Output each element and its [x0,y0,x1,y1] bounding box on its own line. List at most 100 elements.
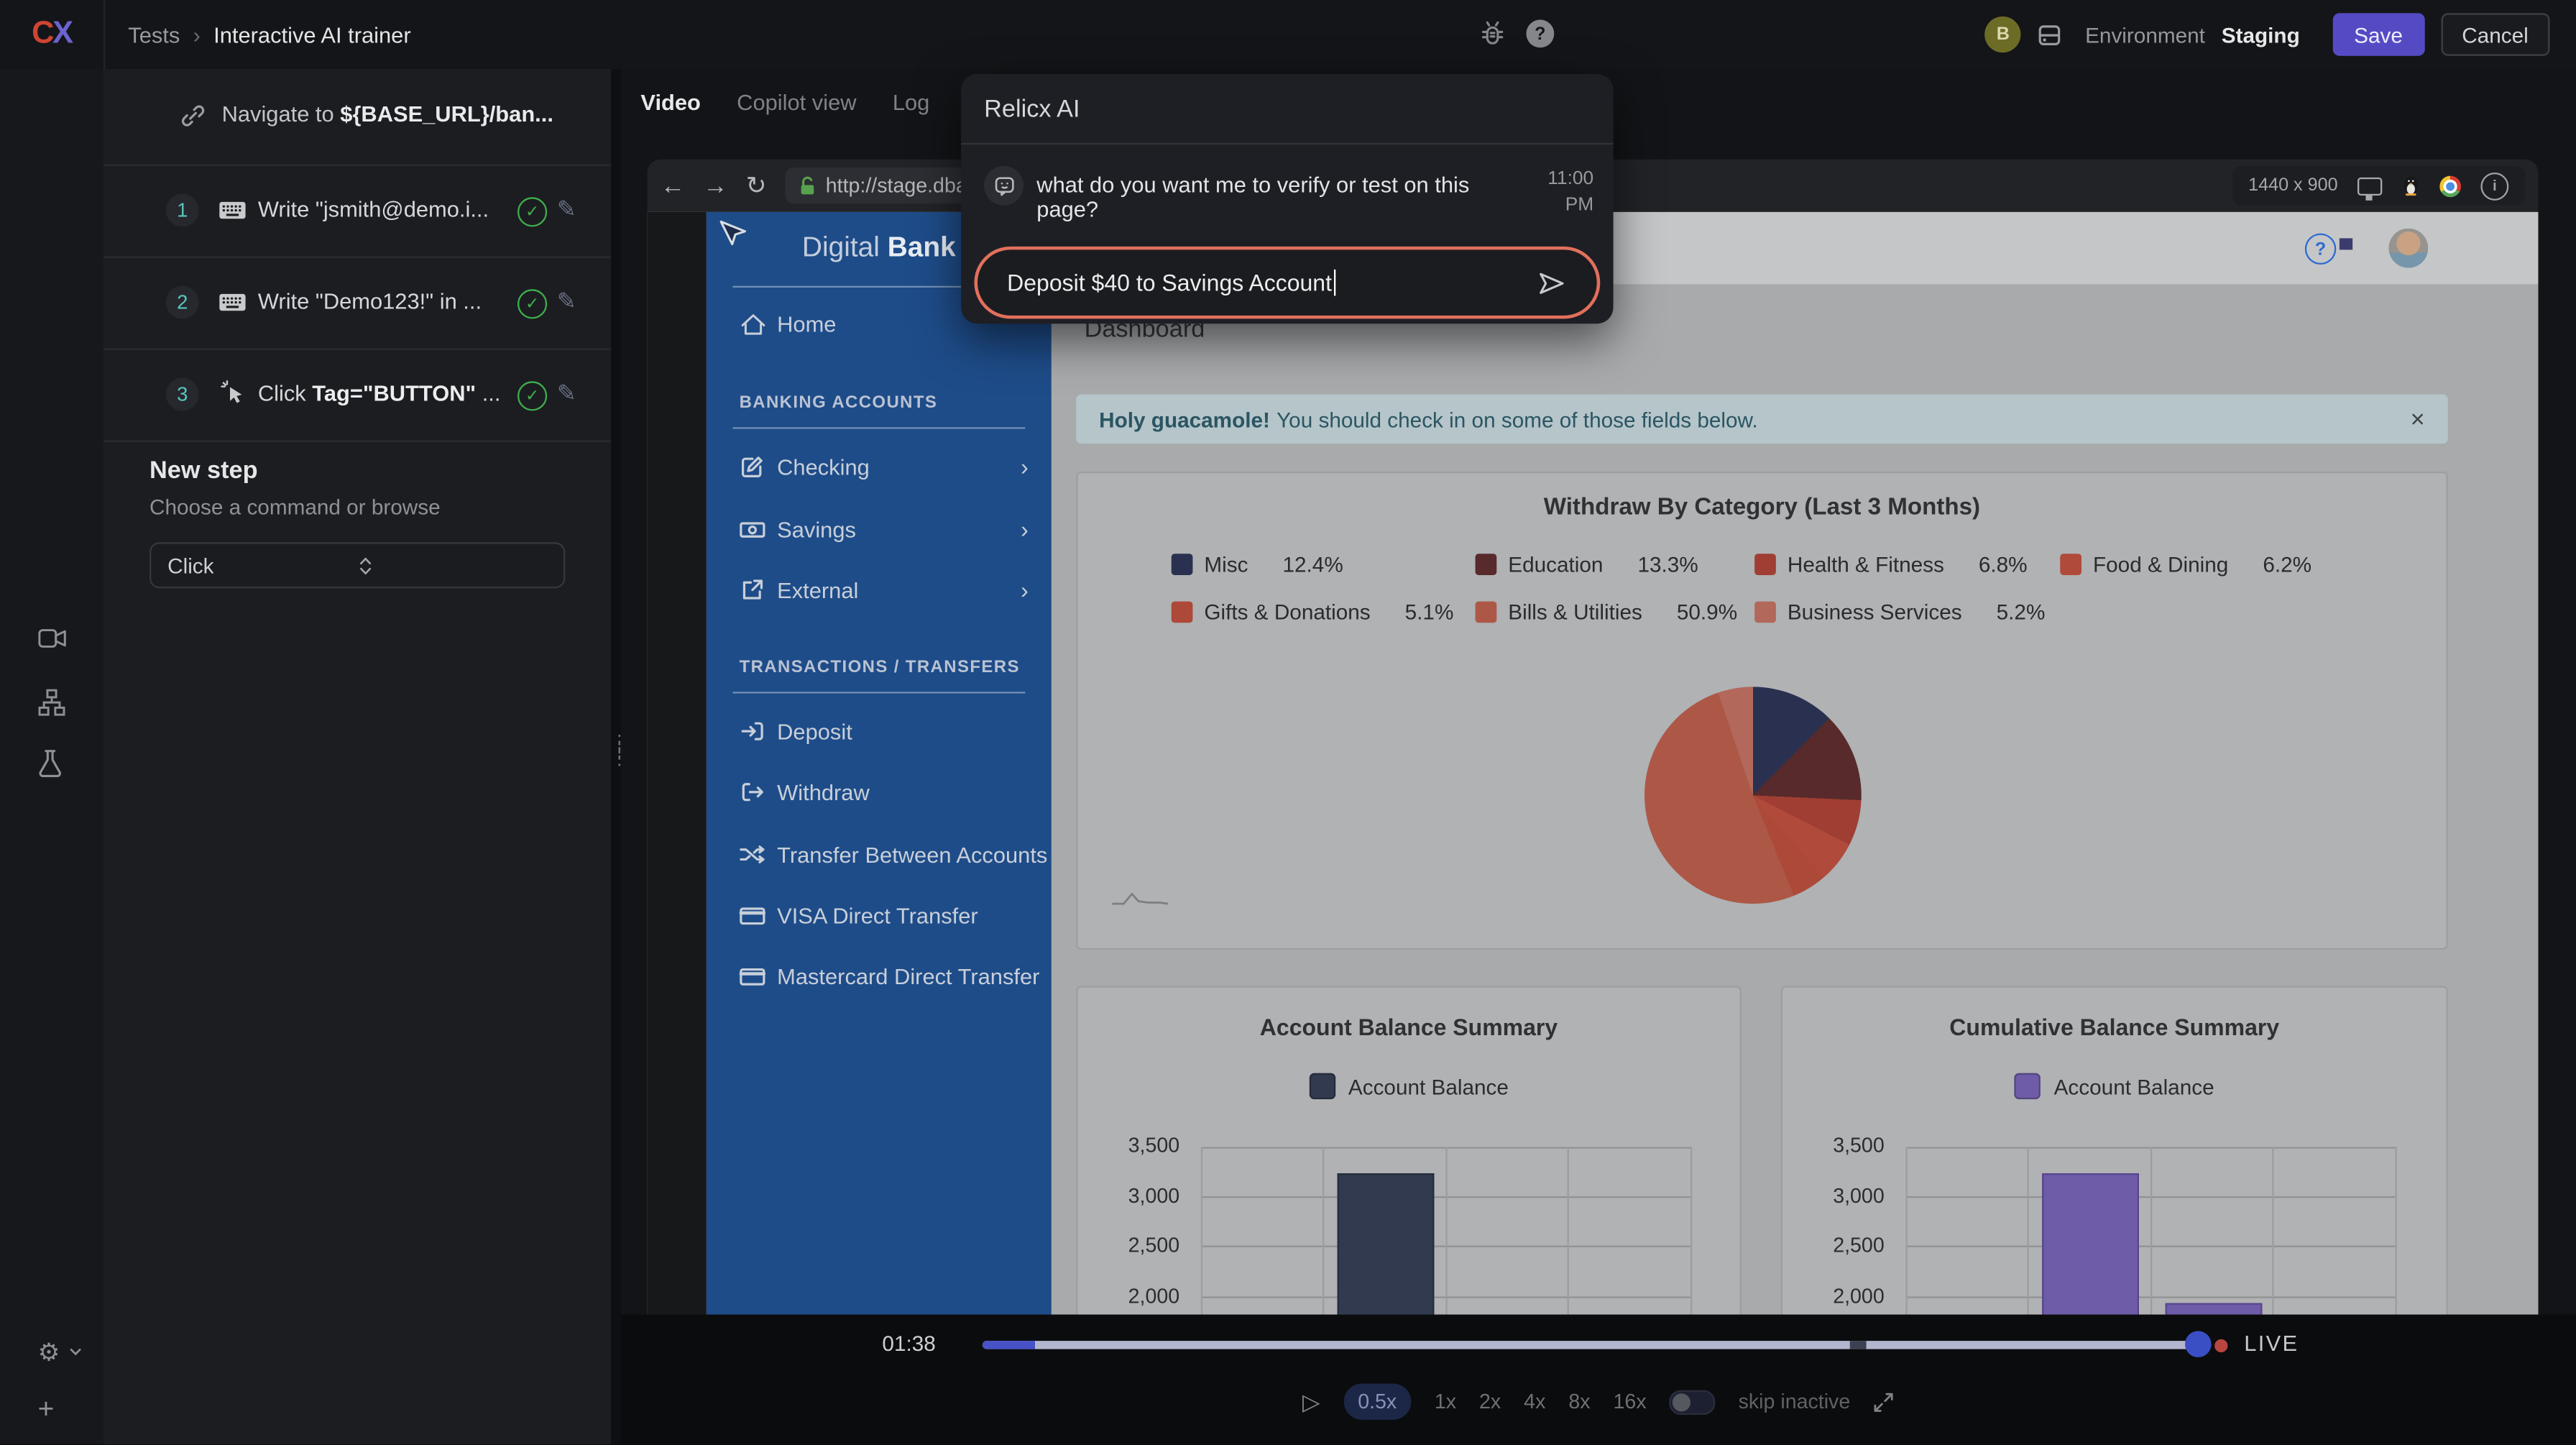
chevron-right-icon: › [1021,516,1029,543]
legend-swatch [1172,602,1193,623]
step-number: 2 [166,286,199,319]
y-axis-tick: 2,000 [1098,1285,1179,1308]
play-button[interactable]: ▷ [1302,1387,1320,1416]
keyboard-icon [218,201,247,220]
chevron-right-icon: › [1021,577,1029,603]
link-icon [180,104,205,128]
logo-letter-x: X [52,17,72,52]
bank-nav-mastercard-transfer[interactable]: Mastercard Direct Transfer [707,956,1052,996]
edit-step-icon[interactable]: ✎ [557,196,576,224]
alert-text: You should check in on some of those fie… [1276,407,1758,431]
environment-value[interactable]: Staging [2222,22,2300,47]
settings-gear-icon[interactable]: ⚙ [38,1338,60,1367]
bank-nav-external[interactable]: External › [707,570,1052,610]
speed-0.5x-button[interactable]: 0.5x [1343,1384,1412,1420]
edit-step-icon[interactable]: ✎ [557,288,576,316]
bank-section-transactions: TRANSACTIONS / TRANSFERS [740,657,1020,676]
user-avatar[interactable]: B [1985,17,2021,52]
flows-sitemap-icon[interactable] [38,689,66,717]
prompt-input[interactable]: Deposit $40 to Savings Account [974,247,1600,319]
bank-nav-checking[interactable]: Checking › [707,447,1052,487]
logo-letter-c: C [32,17,52,52]
step-verified-icon: ✓ [518,289,547,318]
click-cursor-icon [220,380,247,406]
gridline [1201,1147,1202,1314]
back-icon[interactable]: ← [661,173,685,198]
seek-bar-knob[interactable] [2185,1331,2212,1357]
legend-swatch [1476,602,1497,623]
gridline [2028,1147,2029,1314]
save-button[interactable]: Save [2332,13,2424,55]
credit-card-icon [740,967,766,985]
viewport-info: 1440 x 900 i [2232,166,2525,206]
add-icon[interactable]: + [38,1393,55,1426]
text-caret [1333,270,1335,296]
info-icon[interactable]: i [2480,172,2508,200]
view-tabs: Video Copilot view Log [640,91,929,115]
alert-close-icon[interactable]: × [2411,405,2425,433]
page-title: Interactive AI trainer [213,22,410,47]
new-step-title: New step [150,457,258,485]
bank-nav-transfer[interactable]: Transfer Between Accounts [707,835,1052,874]
live-dot [2214,1339,2227,1352]
divider [961,143,1613,144]
breadcrumb-tests[interactable]: Tests [128,22,180,47]
speed-8x-button[interactable]: 8x [1568,1390,1590,1413]
forward-icon[interactable]: → [703,173,727,198]
divider [732,427,1025,428]
help-icon[interactable]: ? [1526,19,1554,47]
legend-swatch [2060,554,2082,575]
fullscreen-icon[interactable] [1873,1391,1895,1413]
bank-nav-withdraw[interactable]: Withdraw [707,772,1052,812]
speed-2x-button[interactable]: 2x [1479,1390,1501,1413]
skip-inactive-toggle[interactable] [1670,1390,1716,1414]
prompt-input-value: Deposit $40 to Savings Account [1007,270,1335,296]
y-axis-tick: 3,500 [1802,1134,1884,1157]
speed-4x-button[interactable]: 4x [1524,1390,1545,1413]
monitor-icon [2358,177,2382,195]
step-label: Write "jsmith@demo.i... [258,197,489,221]
bank-user-avatar[interactable] [2388,229,2428,268]
navigate-step-row[interactable]: Navigate to ${BASE_URL}/ban... [104,69,611,166]
seek-bar[interactable] [983,1341,2212,1349]
speed-16x-button[interactable]: 16x [1614,1390,1647,1413]
y-axis-tick: 2,500 [1098,1234,1179,1257]
video-player-bar: 01:38 LIVE ▷ 0.5x 1x 2x 4x 8x 16x skip i… [621,1315,2576,1445]
step-row-3[interactable]: 3 Click Tag="BUTTON" ... ✓ ✎ [104,349,611,442]
step-number: 1 [166,194,199,227]
legend-swatch [1754,602,1776,623]
pencil-square-icon [740,455,766,478]
bar-chart-legend: Account Balance [1782,1073,2446,1100]
edit-step-icon[interactable]: ✎ [557,380,576,408]
tests-flask-icon[interactable] [38,749,63,777]
command-select[interactable]: Click [150,542,565,588]
tab-copilot-view[interactable]: Copilot view [737,91,856,115]
send-icon[interactable] [1536,267,1567,298]
step-row-2[interactable]: 2 Write "Demo123!" in ... ✓ ✎ [104,257,611,350]
recordings-camera-icon[interactable] [38,628,68,649]
video-content[interactable]: Digital Bank Home BANKING ACCOUNTS [648,212,2539,1315]
speed-1x-button[interactable]: 1x [1435,1390,1456,1413]
chevron-down-icon[interactable] [69,1347,82,1355]
bank-nav-savings[interactable]: Savings › [707,510,1052,549]
refresh-icon[interactable]: ↻ [746,173,767,198]
recorded-cursor-icon [717,219,748,249]
legend-item: Food & Dining6.2% [2060,552,2312,577]
bug-report-icon[interactable] [1478,19,1506,47]
bank-nav-deposit[interactable]: Deposit [707,712,1052,751]
gridline [2272,1147,2273,1314]
video-frame: ← → ↻ http://stage.dba 1440 x 900 i [648,160,2539,1315]
bank-nav-visa-transfer[interactable]: VISA Direct Transfer [707,896,1052,935]
app-logo[interactable]: CX [0,0,105,69]
tab-log[interactable]: Log [893,91,930,115]
breadcrumb: Tests › Interactive AI trainer [128,0,410,69]
cancel-button[interactable]: Cancel [2440,13,2549,55]
bar-account-balance [2165,1303,2262,1314]
message-timestamp: 11:00 PM [1524,166,1593,219]
step-row-1[interactable]: 1 Write "jsmith@demo.i... ✓ ✎ [104,165,611,258]
tab-video[interactable]: Video [640,91,700,115]
bank-help-icon[interactable]: ? [2305,234,2336,265]
y-axis-tick: 3,000 [1098,1185,1179,1208]
y-axis-tick: 2,500 [1802,1234,1884,1257]
step-verified-icon: ✓ [518,381,547,410]
